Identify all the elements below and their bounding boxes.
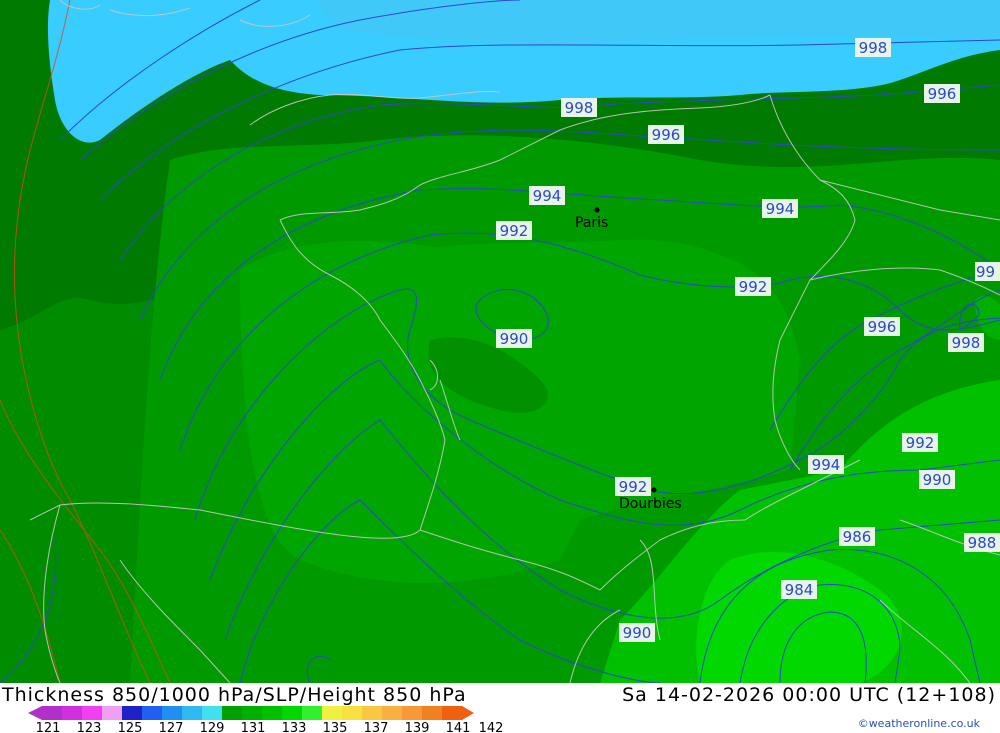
svg-text:992: 992 [500, 222, 529, 240]
svg-text:994: 994 [533, 187, 562, 205]
map-canvas: 998 998 996 996 994 994 992 992 990 996 … [0, 0, 1000, 683]
svg-text:99: 99 [976, 263, 995, 281]
svg-text:996: 996 [652, 126, 681, 144]
svg-text:994: 994 [766, 200, 795, 218]
isobar-label: 994 [808, 455, 844, 474]
legend-swatch [442, 706, 463, 720]
svg-text:998: 998 [952, 334, 981, 352]
credit-text: ©weatheronline.co.uk [857, 717, 980, 730]
legend-tick-label: 123 [77, 721, 102, 733]
isobar-label: 990 [919, 470, 955, 489]
legend-arrow-right [462, 706, 474, 720]
legend-tick-label: 135 [323, 721, 348, 733]
legend-swatch [262, 706, 283, 720]
svg-text:986: 986 [843, 528, 872, 546]
svg-text:984: 984 [785, 581, 814, 599]
svg-text:990: 990 [623, 624, 652, 642]
isobar-label: 992 [902, 433, 938, 452]
isobar-label: 998 [561, 98, 597, 117]
svg-text:998: 998 [859, 39, 888, 57]
svg-text:996: 996 [868, 318, 897, 336]
legend-arrow-left [28, 706, 42, 720]
legend-tick-label: 131 [241, 721, 266, 733]
legend-swatch [322, 706, 343, 720]
legend-tick-label: 133 [282, 721, 307, 733]
isobar-label: 996 [648, 125, 684, 144]
legend-swatch [402, 706, 423, 720]
isobar-label: 988 [964, 533, 1000, 552]
legend-swatch [122, 706, 143, 720]
legend-swatch [362, 706, 383, 720]
color-legend: 121 123 125 127 129 131 133 135 137 139 141 142 [28, 706, 504, 733]
legend-swatch [102, 706, 123, 720]
isobar-label: 984 [781, 580, 817, 599]
isobar-label: 998 [855, 38, 891, 57]
isobar-label: 990 [619, 623, 655, 642]
legend-swatch [422, 706, 443, 720]
city-dot [651, 487, 657, 493]
legend-swatch [302, 706, 323, 720]
isobar-label: 996 [924, 84, 960, 103]
map-footer: Thickness 850/1000 hPa/SLP/Height 850 hP… [0, 683, 1000, 733]
isobar-label: 992 [615, 477, 651, 496]
isobar-label: 994 [529, 186, 565, 205]
svg-text:994: 994 [812, 456, 841, 474]
isobar-label: 99 [975, 262, 1000, 281]
city-label-dourbies: Dourbies [619, 496, 682, 512]
legend-swatch [242, 706, 263, 720]
svg-text:996: 996 [928, 85, 957, 103]
legend-ticks: 121 123 125 127 129 131 133 135 137 139 141 142 [36, 721, 504, 733]
isobar-label: 994 [762, 199, 798, 218]
legend-swatch [382, 706, 403, 720]
svg-text:990: 990 [500, 330, 529, 348]
svg-text:992: 992 [739, 278, 768, 296]
legend-tick-label: 139 [405, 721, 430, 733]
legend-tick-label: 142 [479, 721, 504, 733]
city-label-paris: Paris [575, 215, 608, 231]
isobar-label: 996 [864, 317, 900, 336]
legend-swatch [202, 706, 223, 720]
legend-tick-label: 141 [446, 721, 471, 733]
legend-tick-label: 127 [159, 721, 184, 733]
svg-text:992: 992 [906, 434, 935, 452]
isobar-label: 990 [496, 329, 532, 348]
legend-swatch [182, 706, 203, 720]
legend-swatch [282, 706, 303, 720]
legend-swatch [62, 706, 83, 720]
legend-tick-label: 129 [200, 721, 225, 733]
svg-text:988: 988 [968, 534, 997, 552]
svg-text:992: 992 [619, 478, 648, 496]
legend-swatch [82, 706, 103, 720]
legend-tick-label: 137 [364, 721, 389, 733]
legend-swatch [142, 706, 163, 720]
legend-swatch [162, 706, 183, 720]
isobar-label: 992 [496, 221, 532, 240]
legend-swatch [342, 706, 363, 720]
isobar-label: 992 [735, 277, 771, 296]
legend-swatch [42, 706, 63, 720]
legend-tick-label: 125 [118, 721, 143, 733]
legend-bar [28, 706, 474, 720]
isobar-label: 998 [948, 333, 984, 352]
map-datetime: Sa 14-02-2026 00:00 UTC (12+108) [622, 684, 996, 706]
weather-map: 998 998 996 996 994 994 992 992 990 996 … [0, 0, 1000, 683]
isobar-label: 986 [839, 527, 875, 546]
legend-swatch [222, 706, 243, 720]
legend-tick-label: 121 [36, 721, 61, 733]
svg-text:998: 998 [565, 99, 594, 117]
city-dot [594, 207, 600, 213]
svg-text:990: 990 [923, 471, 952, 489]
